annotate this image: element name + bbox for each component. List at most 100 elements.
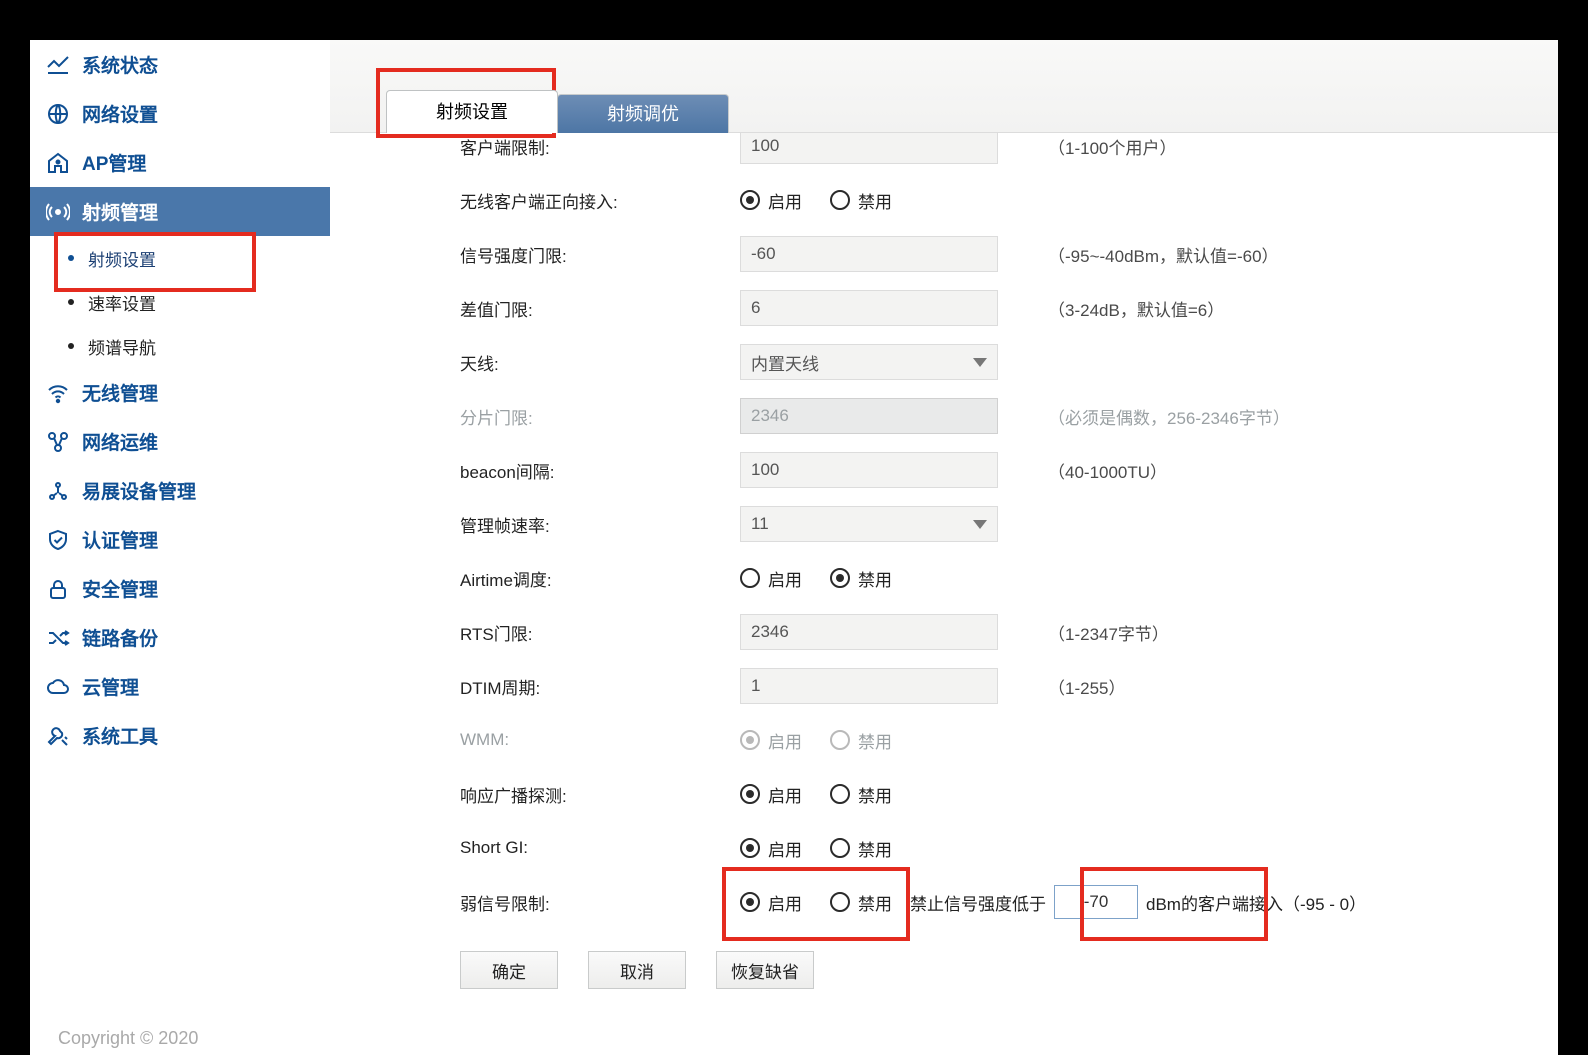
hint-fragment: （必须是偶数，256-2346字节） (1048, 404, 1290, 429)
copyright-text: Copyright © 2020 (58, 1028, 198, 1049)
sidebar-item-label: 认证管理 (82, 526, 158, 553)
sidebar-item-auth-management[interactable]: 认证管理 (30, 515, 330, 564)
sidebar-item-label: 易展设备管理 (82, 477, 196, 504)
row-diff-threshold: 差值门限: （3-24dB，默认值=6） (330, 281, 1558, 335)
sidebar-item-yizhan-device[interactable]: 易展设备管理 (30, 466, 330, 515)
weak-inline-prefix: 禁止信号强度低于 (910, 890, 1046, 915)
row-positive-access: 无线客户端正向接入: 启用 禁用 (330, 173, 1558, 227)
sidebar-item-link-backup[interactable]: 链路备份 (30, 613, 330, 662)
label-signal-threshold: 信号强度门限: (460, 242, 740, 267)
radio-broadcast-disable[interactable]: 禁用 (830, 782, 892, 807)
hint-rts: （1-2347字节） (1048, 620, 1169, 645)
row-antenna: 天线: 内置天线 (330, 335, 1558, 389)
tools-icon (44, 722, 72, 750)
sidebar-item-ap-management[interactable]: AP管理 (30, 138, 330, 187)
sidebar-item-label: 网络运维 (82, 428, 158, 455)
sidebar-item-label: 无线管理 (82, 379, 158, 406)
select-value: 11 (751, 514, 769, 534)
radio-shortgi-disable[interactable]: 禁用 (830, 836, 892, 861)
sidebar-item-network-settings[interactable]: 网络设置 (30, 89, 330, 138)
radio-wmm-enable: 启用 (740, 728, 802, 753)
input-fragment (740, 398, 998, 434)
label-client-limit: 客户端限制: (460, 134, 740, 159)
row-broadcast-probe: 响应广播探测: 启用 禁用 (330, 767, 1558, 821)
input-rts[interactable] (740, 614, 998, 650)
label-diff-threshold: 差值门限: (460, 296, 740, 321)
select-antenna[interactable]: 内置天线 (740, 344, 998, 380)
cloud-icon (44, 673, 72, 701)
top-strip: 射频设置 射频调优 (330, 40, 1558, 133)
sidebar-item-wireless-management[interactable]: 无线管理 (30, 368, 330, 417)
wifi-icon (44, 379, 72, 407)
input-signal-threshold[interactable] (740, 236, 998, 272)
radio-weak-enable[interactable]: 启用 (740, 890, 802, 915)
sidebar-item-system-tools[interactable]: 系统工具 (30, 711, 330, 760)
ap-icon (44, 149, 72, 177)
label-fragment: 分片门限: (460, 404, 740, 429)
hint-beacon: （40-1000TU） (1048, 458, 1167, 483)
radio-shortgi-enable[interactable]: 启用 (740, 836, 802, 861)
radio-airtime-disable[interactable]: 禁用 (830, 566, 892, 591)
sidebar-item-label: 射频管理 (82, 198, 158, 225)
row-short-gi: Short GI: 启用 禁用 (330, 821, 1558, 875)
sidebar-subitem-label: 速率设置 (88, 290, 156, 315)
sidebar-item-label: 链路备份 (82, 624, 158, 651)
sidebar-item-label: 系统状态 (82, 51, 158, 78)
chevron-down-icon (973, 358, 987, 367)
row-weak-signal: 弱信号限制: 启用 禁用 禁止信号强度低于 dBm的客户端接入（-95 - 0） (330, 875, 1558, 929)
sidebar-item-security-management[interactable]: 安全管理 (30, 564, 330, 613)
sidebar-item-label: 网络设置 (82, 100, 158, 127)
button-row: 确定 取消 恢复缺省 (330, 951, 1558, 989)
form-area: 客户端限制: （1-100个用户） 无线客户端正向接入: 启用 禁用 (330, 119, 1558, 1009)
label-broadcast-probe: 响应广播探测: (460, 782, 740, 807)
radio-icon (44, 198, 72, 226)
sidebar-item-rf-management[interactable]: 射频管理 (30, 187, 330, 236)
radio-positive-access-enable[interactable]: 启用 (740, 188, 802, 213)
row-rts: RTS门限: （1-2347字节） (330, 605, 1558, 659)
input-client-limit[interactable] (740, 128, 998, 164)
radio-wmm-disable: 禁用 (830, 728, 892, 753)
input-dtim[interactable] (740, 668, 998, 704)
radio-weak-disable[interactable]: 禁用 (830, 890, 892, 915)
sidebar-subitem-spectrum-nav[interactable]: 频谱导航 (30, 324, 330, 368)
label-weak-signal: 弱信号限制: (460, 890, 740, 915)
label-dtim: DTIM周期: (460, 674, 740, 699)
sidebar-item-cloud-management[interactable]: 云管理 (30, 662, 330, 711)
radio-broadcast-enable[interactable]: 启用 (740, 782, 802, 807)
label-rts: RTS门限: (460, 620, 740, 645)
hint-dtim: （1-255） (1048, 674, 1125, 699)
sidebar-subitem-label: 射频设置 (88, 246, 156, 271)
sidebar-item-label: 安全管理 (82, 575, 158, 602)
input-weak-signal-value[interactable] (1054, 885, 1138, 919)
topology-icon (44, 428, 72, 456)
radio-airtime-enable[interactable]: 启用 (740, 566, 802, 591)
globe-icon (44, 100, 72, 128)
cancel-button[interactable]: 取消 (588, 951, 686, 989)
sidebar: 系统状态 网络设置 AP管理 射频管理 (30, 40, 331, 1055)
row-beacon: beacon间隔: （40-1000TU） (330, 443, 1558, 497)
input-diff-threshold[interactable] (740, 290, 998, 326)
tab-rf-tuning[interactable]: 射频调优 (557, 94, 729, 133)
row-wmm: WMM: 启用 禁用 (330, 713, 1558, 767)
row-signal-threshold: 信号强度门限: （-95~-40dBm，默认值=-60） (330, 227, 1558, 281)
restore-default-button[interactable]: 恢复缺省 (716, 951, 814, 989)
tab-label: 射频调优 (607, 104, 679, 124)
mesh-icon (44, 477, 72, 505)
select-mgmt-rate[interactable]: 11 (740, 506, 998, 542)
tab-rf-settings[interactable]: 射频设置 (386, 90, 558, 133)
tab-bar: 射频设置 射频调优 (386, 90, 729, 133)
input-beacon[interactable] (740, 452, 998, 488)
lock-icon (44, 575, 72, 603)
sidebar-item-system-status[interactable]: 系统状态 (30, 40, 330, 89)
label-positive-access: 无线客户端正向接入: (460, 188, 740, 213)
ok-button[interactable]: 确定 (460, 951, 558, 989)
row-mgmt-rate: 管理帧速率: 11 (330, 497, 1558, 551)
sidebar-item-network-ops[interactable]: 网络运维 (30, 417, 330, 466)
shield-check-icon (44, 526, 72, 554)
sidebar-item-label: 云管理 (82, 673, 139, 700)
sidebar-subitem-rf-settings[interactable]: 射频设置 (30, 236, 330, 280)
chevron-down-icon (973, 520, 987, 529)
radio-positive-access-disable[interactable]: 禁用 (830, 188, 892, 213)
sidebar-subitem-rate-settings[interactable]: 速率设置 (30, 280, 330, 324)
hint-client-limit: （1-100个用户） (1048, 134, 1176, 159)
